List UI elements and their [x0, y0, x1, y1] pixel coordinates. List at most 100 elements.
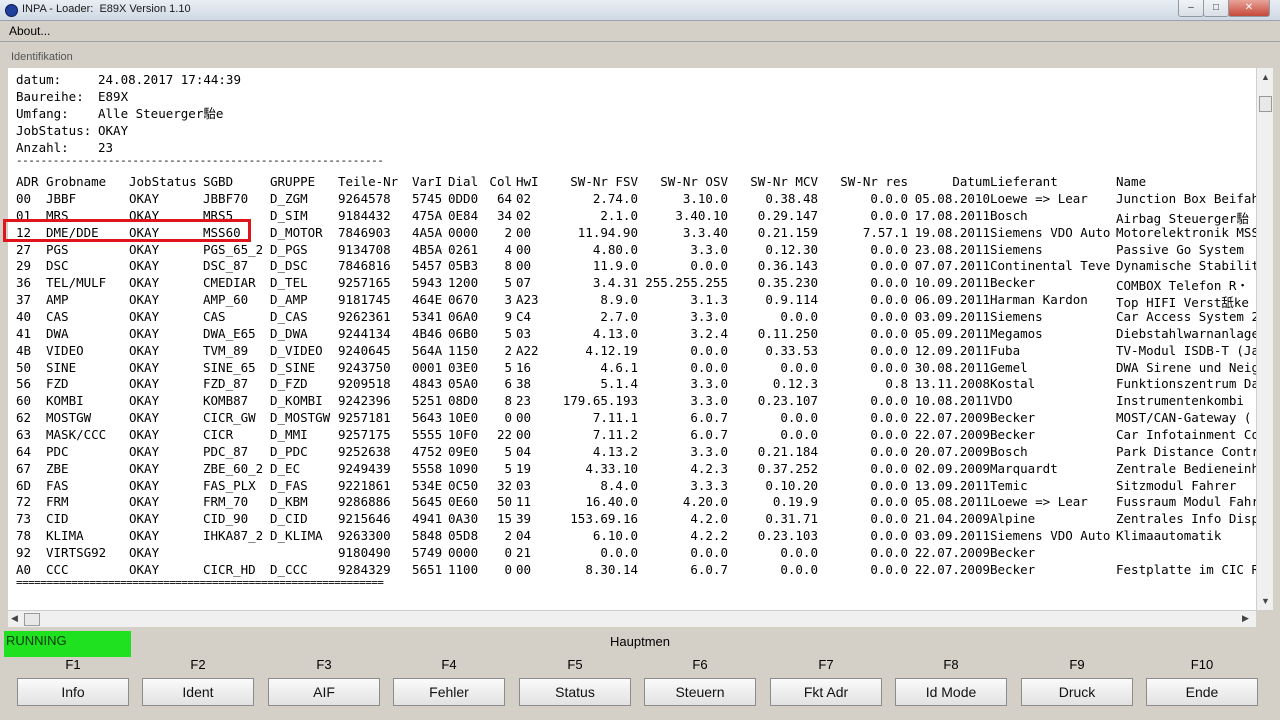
cell-sgbd: CICR_HD: [203, 561, 256, 577]
cell-jobstatus: OKAY: [129, 460, 160, 476]
cell-sw-nr-mcv: 0.0.0: [780, 359, 818, 375]
cell-varl: 5645: [412, 494, 443, 510]
maximize-button[interactable]: □: [1203, 0, 1229, 17]
cell-dial: 0261: [448, 241, 479, 257]
fkey-button-f9[interactable]: Druck: [1021, 678, 1133, 706]
cell-sw-nr-fsv: 11.94.90: [577, 224, 638, 240]
fkey-button-f3[interactable]: AIF: [268, 678, 380, 706]
scroll-left-arrow-icon[interactable]: ◀: [11, 613, 18, 624]
cell-name: Car Access System 2: [1116, 309, 1256, 325]
cell-varl: 5558: [412, 460, 443, 476]
cell-varl: 534E: [412, 477, 443, 493]
cell-gruppe: D_VIDEO: [270, 342, 323, 358]
cell-hwi: 03: [516, 325, 532, 341]
cell-sw-nr-res: 0.0.0: [870, 427, 908, 443]
cell-sw-nr-mcv: 0.12.3: [772, 376, 818, 392]
cell-sw-nr-mcv: 0.35.230: [757, 275, 818, 291]
cell-jobstatus: OKAY: [129, 275, 160, 291]
cell-teile-nr: 9181745: [338, 292, 391, 308]
cell-grobname: CAS: [46, 309, 69, 325]
cell-sgbd: TVM_89: [203, 342, 249, 358]
fkey-button-f4[interactable]: Fehler: [393, 678, 505, 706]
cell-sgbd: CICR_GW: [203, 410, 256, 426]
cell-varl: 5341: [412, 309, 443, 325]
horizontal-scrollbar[interactable]: ◀ ▶: [8, 610, 1256, 627]
fkey-button-f5[interactable]: Status: [519, 678, 631, 706]
cell-sw-nr-osv: 4.2.2: [690, 528, 728, 544]
fkey-button-f1[interactable]: Info: [17, 678, 129, 706]
scroll-right-arrow-icon[interactable]: ▶: [1242, 613, 1249, 624]
scroll-down-arrow-icon[interactable]: ▼: [1261, 596, 1270, 606]
vertical-scrollbar[interactable]: ▲ ▼: [1256, 68, 1273, 610]
cell-sgbd: SINE_65: [203, 359, 256, 375]
cell-sgbd: PDC_87: [203, 443, 249, 459]
cell-jobstatus: OKAY: [129, 427, 160, 443]
cell-sw-nr-res: 0.0.0: [870, 528, 908, 544]
cell-datum: 22.07.2009: [914, 545, 990, 561]
cell-grobname: AMP: [46, 292, 69, 308]
cell-hwi: 16: [516, 359, 532, 375]
cell-lieferant: Bosch: [990, 443, 1028, 459]
horizontal-scroll-thumb[interactable]: [24, 613, 40, 626]
cell-dial: 05A0: [448, 376, 479, 392]
column-header-gruppe: GRUPPE: [270, 174, 316, 189]
fkey-label-f4: F4: [441, 657, 457, 672]
running-indicator: RUNNING: [4, 631, 131, 657]
cell-grobname: KLIMA: [46, 528, 84, 544]
column-header-name: Name: [1116, 174, 1147, 189]
cell-adr: 73: [16, 511, 32, 527]
cell-sw-nr-mcv: 0.23.107: [757, 393, 818, 409]
cell-jobstatus: OKAY: [129, 342, 160, 358]
cell-teile-nr: 9240645: [338, 342, 391, 358]
cell-sw-nr-osv: 3.3.3: [690, 477, 728, 493]
cell-grobname: CID: [46, 511, 69, 527]
cell-sw-nr-res: 7.57.1: [862, 224, 908, 240]
cell-sw-nr-osv: 3.3.0: [690, 376, 728, 392]
cell-sgbd: MRS5: [203, 207, 234, 223]
cell-sgbd: CICR: [203, 427, 234, 443]
header-line: datum: 24.08.2017 17:44:39: [16, 72, 241, 87]
cell-lieferant: Megamos: [990, 325, 1043, 341]
cell-varl: 5651: [412, 561, 443, 577]
fkey-button-f7[interactable]: Fkt Adr: [770, 678, 882, 706]
identification-output[interactable]: datum: 24.08.2017 17:44:39 Baureihe: E89X …: [8, 68, 1256, 610]
cell-name: DWA Sirene und Neig: [1116, 359, 1256, 375]
cell-col: 2: [504, 528, 512, 544]
cell-sw-nr-res: 0.0.0: [870, 443, 908, 459]
cell-adr: 72: [16, 494, 32, 510]
cell-datum: 17.08.2011: [914, 207, 990, 223]
cell-sw-nr-osv: 3.3.0: [690, 443, 728, 459]
vertical-scroll-thumb[interactable]: [1259, 96, 1272, 112]
fkey-button-f8[interactable]: Id Mode: [895, 678, 1007, 706]
cell-gruppe: D_CID: [270, 511, 308, 527]
cell-dial: 06B0: [448, 325, 479, 341]
cell-hwi: 19: [516, 460, 532, 476]
fkey-button-f10[interactable]: Ende: [1146, 678, 1258, 706]
cell-sw-nr-res: 0.0.0: [870, 275, 908, 291]
cell-lieferant: Alpine: [990, 511, 1036, 527]
cell-sw-nr-res: 0.0.0: [870, 325, 908, 341]
cell-hwi: A22: [516, 342, 539, 358]
scroll-up-arrow-icon[interactable]: ▲: [1261, 72, 1270, 82]
cell-sw-nr-fsv: 153.69.16: [570, 511, 638, 527]
fkey-label-f10: F10: [1190, 657, 1214, 672]
cell-name: Sitzmodul Fahrer: [1116, 477, 1237, 493]
cell-hwi: 00: [516, 427, 532, 443]
cell-sw-nr-fsv: 4.33.10: [585, 460, 638, 476]
cell-hwi: C4: [516, 309, 532, 325]
cell-datum: 21.04.2009: [914, 511, 990, 527]
cell-varl: 5749: [412, 545, 443, 561]
cell-gruppe: D_SIM: [270, 207, 308, 223]
close-button[interactable]: ✕: [1228, 0, 1270, 17]
fkey-button-f6[interactable]: Steuern: [644, 678, 756, 706]
cell-name: Klimaautomatik: [1116, 528, 1222, 544]
minimize-button[interactable]: –: [1178, 0, 1204, 17]
fkey-button-f2[interactable]: Ident: [142, 678, 254, 706]
cell-sw-nr-res: 0.0.0: [870, 241, 908, 257]
cell-sw-nr-res: 0.0.0: [870, 477, 908, 493]
column-header-lieferant: Lieferant: [990, 174, 1058, 189]
cell-col: 64: [496, 191, 512, 206]
menu-about[interactable]: About...: [9, 24, 50, 38]
cell-varl: 564A: [412, 342, 443, 358]
cell-datum: 30.08.2011: [914, 359, 990, 375]
